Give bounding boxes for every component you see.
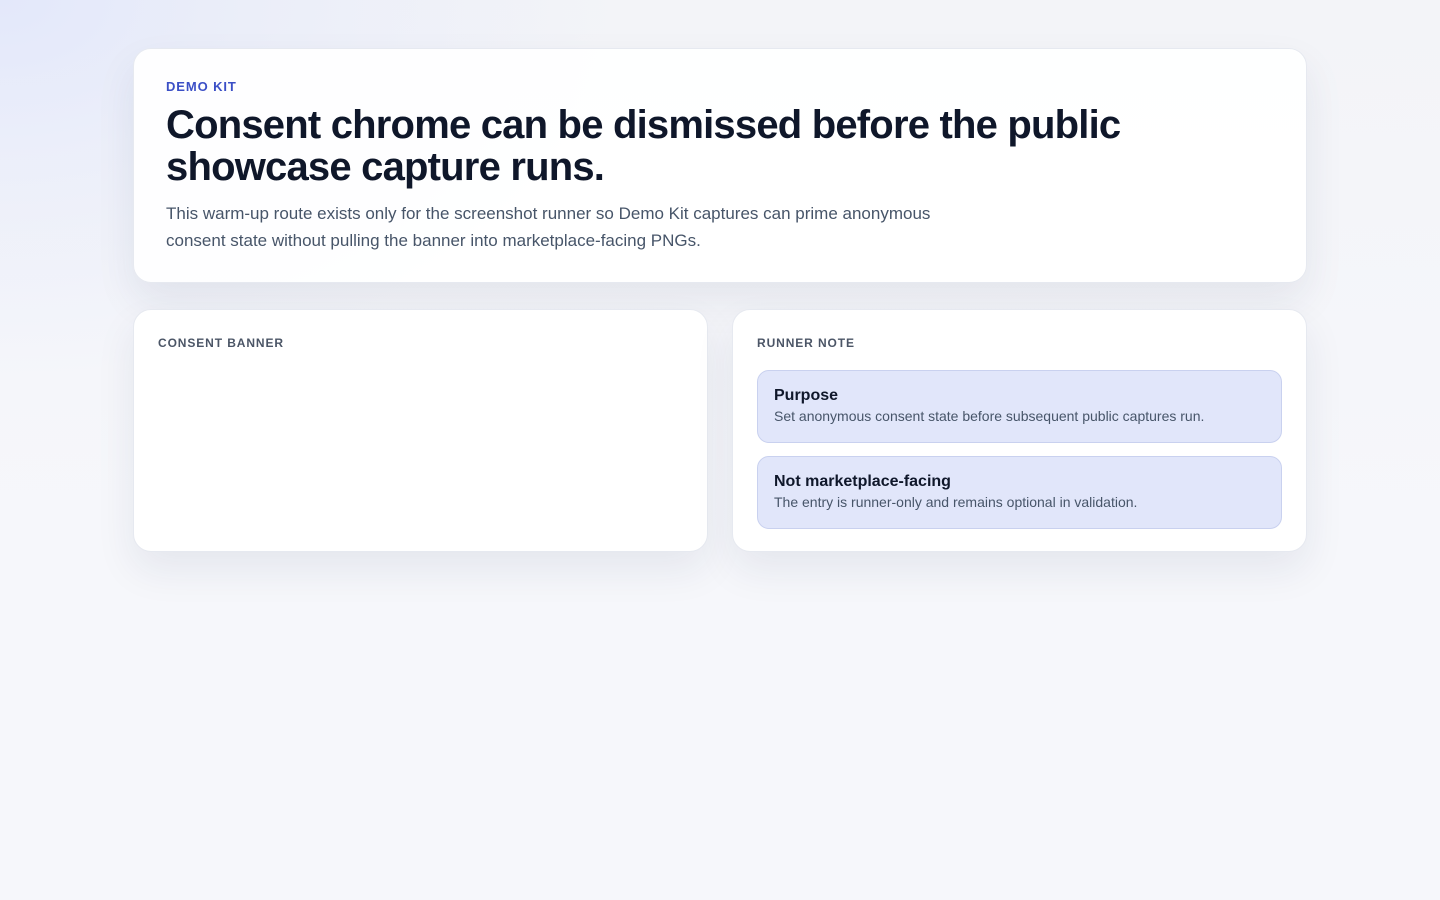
page-title: Consent chrome can be dismissed before t…: [166, 103, 1121, 189]
note-body: Set anonymous consent state before subse…: [774, 408, 1205, 424]
note-not-marketplace-facing: Not marketplace-facing The entry is runn…: [757, 456, 1282, 529]
consent-banner-label: CONSENT BANNER: [158, 336, 284, 350]
runner-note-label: RUNNER NOTE: [757, 336, 855, 350]
runner-note-card: RUNNER NOTE Purpose Set anonymous consen…: [732, 309, 1307, 552]
note-body: The entry is runner-only and remains opt…: [774, 494, 1138, 510]
card-grid: CONSENT BANNER RUNNER NOTE Purpose Set a…: [133, 309, 1307, 552]
eyebrow-label: DEMO KIT: [166, 79, 237, 94]
note-title: Purpose: [774, 387, 839, 404]
page-description: This warm-up route exists only for the s…: [166, 204, 931, 250]
consent-banner-card: CONSENT BANNER: [133, 309, 708, 552]
note-title: Not marketplace-facing: [774, 473, 951, 490]
page: DEMO KIT Consent chrome can be dismissed…: [133, 48, 1307, 552]
hero-card: DEMO KIT Consent chrome can be dismissed…: [133, 48, 1307, 283]
note-purpose: Purpose Set anonymous consent state befo…: [757, 370, 1282, 443]
